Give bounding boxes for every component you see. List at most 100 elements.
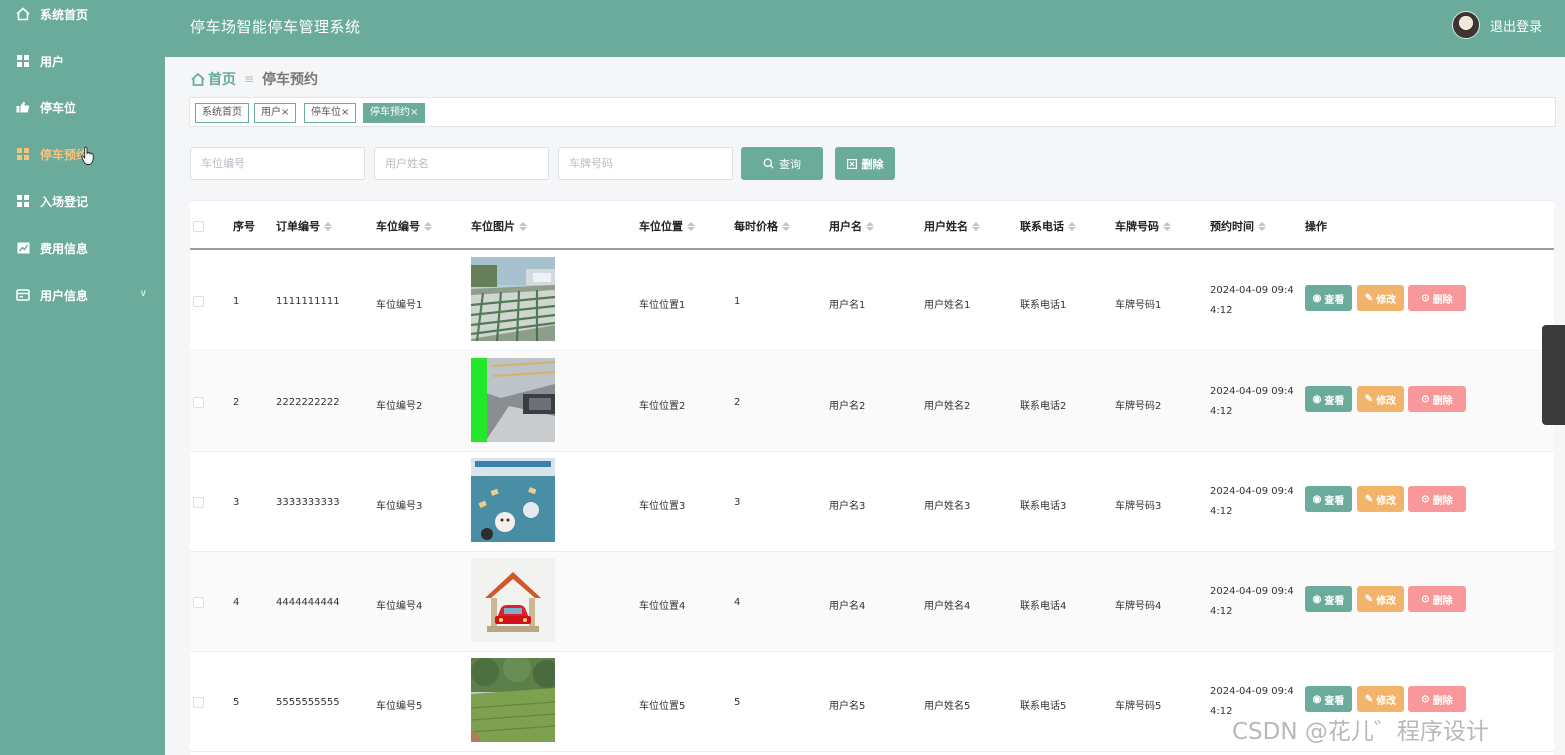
- col-header-plate[interactable]: 车牌号码: [1115, 218, 1171, 234]
- row-checkbox[interactable]: [193, 397, 204, 408]
- sort-icon[interactable]: [519, 221, 527, 231]
- chevron-down-icon: ∨: [139, 288, 147, 299]
- col-header-phone[interactable]: 联系电话: [1020, 218, 1076, 234]
- col-header-order[interactable]: 订单编号: [276, 218, 332, 234]
- cell-price: 3: [734, 497, 741, 508]
- parking-spot-image[interactable]: [471, 458, 555, 542]
- batch-delete-button[interactable]: 删除: [835, 147, 895, 180]
- cell-time: 2024-04-09 09:44:12: [1210, 486, 1294, 517]
- parking-spot-image[interactable]: [471, 658, 555, 742]
- breadcrumb-separator: ≡: [244, 72, 255, 86]
- edit-button[interactable]: ✎ 修改: [1357, 586, 1404, 612]
- eye-icon: ◉: [1312, 593, 1322, 605]
- sidebar-item-users[interactable]: 用户: [0, 41, 165, 81]
- sidebar-item-label: 系统首页: [40, 7, 89, 22]
- edit-button[interactable]: ✎ 修改: [1357, 386, 1404, 412]
- sort-icon[interactable]: [782, 221, 790, 231]
- query-button[interactable]: 查询: [741, 147, 823, 180]
- cell-time: 2024-04-09 09:44:12: [1210, 386, 1294, 417]
- col-header-spot[interactable]: 车位编号: [376, 218, 432, 234]
- view-button[interactable]: ◉ 查看: [1305, 285, 1352, 311]
- row-checkbox[interactable]: [193, 497, 204, 508]
- tag-users[interactable]: 用户×: [254, 103, 297, 123]
- edit-button[interactable]: ✎ 修改: [1357, 285, 1404, 311]
- sidebar-item-user-info[interactable]: 用户信息 ∨: [0, 275, 165, 315]
- close-circle-icon: ⊙: [1421, 393, 1430, 405]
- grid-icon: [16, 147, 30, 161]
- delete-button[interactable]: ⊙ 删除: [1408, 386, 1466, 412]
- delete-button[interactable]: ⊙ 删除: [1408, 586, 1466, 612]
- sort-icon[interactable]: [1163, 221, 1171, 231]
- parking-spot-image[interactable]: [471, 358, 555, 442]
- row-checkbox[interactable]: [193, 697, 204, 708]
- cell-phone: 联系电话2: [1020, 401, 1067, 412]
- col-header-location[interactable]: 车位位置: [639, 218, 695, 234]
- cell-phone: 联系电话4: [1020, 601, 1067, 612]
- view-button[interactable]: ◉ 查看: [1305, 386, 1352, 412]
- cell-spot: 车位编号1: [376, 300, 423, 311]
- sidebar-item-fee-info[interactable]: 费用信息: [0, 228, 165, 268]
- sort-icon[interactable]: [687, 221, 695, 231]
- edit-icon: ✎: [1364, 693, 1374, 705]
- edit-button[interactable]: ✎ 修改: [1357, 486, 1404, 512]
- cell-location: 车位位置2: [639, 401, 686, 412]
- cell-phone: 联系电话1: [1020, 300, 1067, 311]
- view-button[interactable]: ◉ 查看: [1305, 586, 1352, 612]
- logout-button[interactable]: 退出登录: [1490, 16, 1542, 35]
- col-header-actions: 操作: [1305, 220, 1327, 233]
- close-circle-icon: ⊙: [1421, 493, 1430, 505]
- col-header-time[interactable]: 预约时间: [1210, 218, 1266, 234]
- table-row: 3 3333333333 车位编号3 车位位置3 3 用户名3 用户姓名3 联系…: [190, 452, 1554, 552]
- tags-view-bar: 系统首页 用户× 停车位× 停车预约×: [189, 97, 1556, 127]
- delete-box-icon: [846, 158, 857, 169]
- spot-number-input[interactable]: [190, 147, 365, 180]
- delete-button[interactable]: ⊙ 删除: [1408, 285, 1466, 311]
- parking-spot-image[interactable]: [471, 558, 555, 642]
- cell-index: 4: [233, 597, 240, 608]
- grid-icon: [16, 194, 30, 208]
- plate-number-input[interactable]: [558, 147, 733, 180]
- sidebar-item-home[interactable]: 系统首页: [0, 0, 165, 34]
- sort-icon[interactable]: [972, 221, 980, 231]
- watermark: CSDN @花儿゛程序设计: [1232, 719, 1489, 745]
- tag-parking-reservation[interactable]: 停车预约×: [363, 103, 426, 123]
- cell-plate: 车牌号码3: [1115, 501, 1162, 512]
- delete-button[interactable]: ⊙ 删除: [1408, 686, 1466, 712]
- close-circle-icon: ⊙: [1421, 292, 1430, 304]
- col-header-index: 序号: [233, 220, 255, 233]
- cell-price: 1: [734, 296, 741, 307]
- sort-icon[interactable]: [324, 221, 332, 231]
- edit-button[interactable]: ✎ 修改: [1357, 686, 1404, 712]
- sidebar-item-parking-spots[interactable]: 停车位: [0, 87, 165, 127]
- cell-price: 4: [734, 597, 741, 608]
- col-header-name[interactable]: 用户姓名: [924, 218, 980, 234]
- sort-icon[interactable]: [866, 221, 874, 231]
- col-header-price[interactable]: 每时价格: [734, 218, 790, 234]
- sidebar-item-label: 费用信息: [40, 241, 89, 256]
- sort-icon[interactable]: [1258, 221, 1266, 231]
- row-checkbox[interactable]: [193, 597, 204, 608]
- cell-index: 3: [233, 497, 240, 508]
- sort-icon[interactable]: [424, 221, 432, 231]
- parking-spot-image[interactable]: [471, 257, 555, 341]
- tag-parking-spots[interactable]: 停车位×: [304, 103, 357, 123]
- cell-price: 2: [734, 397, 741, 408]
- user-name-input[interactable]: [374, 147, 549, 180]
- app-title: 停车场智能停车管理系统: [190, 18, 361, 36]
- avatar[interactable]: [1452, 11, 1480, 39]
- row-checkbox[interactable]: [193, 296, 204, 307]
- eye-icon: ◉: [1312, 693, 1322, 705]
- breadcrumb-home[interactable]: 首页: [208, 69, 236, 89]
- select-all-checkbox[interactable]: [193, 221, 204, 232]
- cell-username: 用户名3: [829, 501, 866, 512]
- cell-order: 1111111111: [276, 296, 340, 307]
- view-button[interactable]: ◉ 查看: [1305, 486, 1352, 512]
- col-header-username[interactable]: 用户名: [829, 218, 874, 234]
- sidebar-item-entry-registration[interactable]: 入场登记: [0, 181, 165, 221]
- tag-home[interactable]: 系统首页: [195, 103, 249, 123]
- side-panel-handle[interactable]: [1542, 325, 1565, 425]
- view-button[interactable]: ◉ 查看: [1305, 686, 1352, 712]
- delete-button[interactable]: ⊙ 删除: [1408, 486, 1466, 512]
- col-header-image[interactable]: 车位图片: [471, 218, 527, 234]
- sort-icon[interactable]: [1068, 221, 1076, 231]
